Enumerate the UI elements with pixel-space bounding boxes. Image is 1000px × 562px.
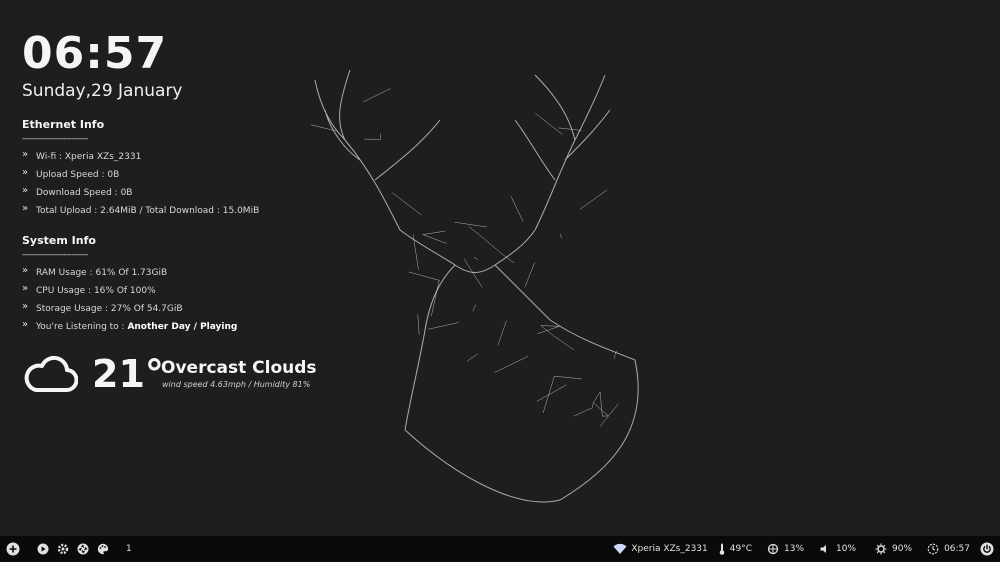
mesh-line xyxy=(592,402,594,408)
wifi-status[interactable]: Xperia XZs_2331 xyxy=(613,542,708,556)
clock-icon xyxy=(926,542,940,556)
mesh-line xyxy=(524,262,535,288)
mesh-line xyxy=(579,189,608,210)
mesh-line xyxy=(554,375,582,380)
volume-value: 10% xyxy=(836,544,857,554)
mesh-line xyxy=(535,113,563,135)
clock-status[interactable]: 06:57 xyxy=(926,542,970,556)
volume-status[interactable]: 10% xyxy=(818,542,856,556)
mesh-line xyxy=(553,335,574,351)
volume-icon xyxy=(818,542,832,556)
mesh-line xyxy=(454,221,487,228)
mesh-line xyxy=(558,127,582,131)
mesh-line xyxy=(466,353,478,362)
system-item-label: CPU Usage : 16% Of 100% xyxy=(36,286,156,296)
gear-icon[interactable] xyxy=(56,542,70,556)
ethernet-item-label: Wi-fi : Xperia XZs_2331 xyxy=(36,152,142,162)
ethernet-item-label: Upload Speed : 0B xyxy=(36,170,120,180)
cpu-status[interactable]: 13% xyxy=(766,542,804,556)
chevron-right-icon: » xyxy=(22,167,29,178)
mesh-line xyxy=(494,356,529,373)
mesh-line xyxy=(428,322,459,330)
mesh-line xyxy=(593,391,601,403)
weather-temperature: 21° xyxy=(92,352,164,396)
chevron-right-icon: » xyxy=(22,283,29,294)
mesh-line xyxy=(599,392,603,417)
mesh-line xyxy=(479,234,503,255)
aperture-icon[interactable] xyxy=(76,542,90,556)
chevron-right-icon: » xyxy=(22,203,29,214)
mesh-line xyxy=(537,326,560,334)
mesh-line xyxy=(542,376,555,414)
add-icon[interactable] xyxy=(6,542,20,556)
ethernet-item-label: Download Speed : 0B xyxy=(36,188,133,198)
system-item-label: Storage Usage : 27% Of 54.7GiB xyxy=(36,304,183,314)
brightness-icon xyxy=(874,542,888,556)
chevron-right-icon: » xyxy=(22,265,29,276)
mesh-line xyxy=(497,320,507,346)
ethernet-item-label: Total Upload : 2.64MiB / Total Download … xyxy=(36,206,260,216)
chevron-right-icon: » xyxy=(22,149,29,160)
now-playing-label: You're Listening to : xyxy=(36,322,128,332)
cpu-icon xyxy=(766,542,780,556)
mesh-line xyxy=(593,402,609,417)
taskbar: 1 Xperia XZs_2331 49°C 13% 10% 90% 06:57 xyxy=(0,536,1000,562)
mesh-line xyxy=(408,271,440,281)
mesh-line xyxy=(422,234,447,244)
chevron-right-icon: » xyxy=(22,301,29,312)
mesh-line xyxy=(599,403,619,427)
play-icon[interactable] xyxy=(36,542,50,556)
mesh-line xyxy=(573,407,593,417)
system-item-label: RAM Usage : 61% Of 1.73GiB xyxy=(36,268,168,278)
brightness-status[interactable]: 90% xyxy=(874,542,912,556)
deer-wireframe-image xyxy=(310,69,639,503)
clock-value: 06:57 xyxy=(944,544,970,554)
mesh-line xyxy=(540,325,560,327)
mesh-line xyxy=(431,280,440,317)
cloud-icon xyxy=(24,355,78,392)
workspace-indicator[interactable]: 1 xyxy=(126,544,132,554)
now-playing-track: Another Day / Playing xyxy=(127,322,238,332)
mesh-line xyxy=(560,234,562,239)
wifi-icon xyxy=(613,542,627,556)
mesh-line xyxy=(463,258,483,288)
temperature-status[interactable]: 49°C xyxy=(718,542,752,556)
mesh-line xyxy=(468,226,480,236)
cpu-value: 13% xyxy=(784,544,805,554)
power-icon[interactable] xyxy=(980,542,994,556)
mesh-line xyxy=(473,256,479,260)
weather-details: wind speed 4.63mph / Humidity 81% xyxy=(162,380,311,389)
wifi-name: Xperia XZs_2331 xyxy=(631,544,708,554)
mesh-line xyxy=(536,384,567,402)
mesh-line xyxy=(392,192,422,216)
mesh-line xyxy=(510,196,524,222)
mesh-line xyxy=(472,304,477,312)
taskbar-left: 1 xyxy=(6,542,132,556)
mesh-line xyxy=(422,230,445,235)
brightness-value: 90% xyxy=(892,544,913,554)
thermometer-icon xyxy=(718,542,726,556)
taskbar-right: Xperia XZs_2331 49°C 13% 10% 90% 06:57 xyxy=(599,542,994,556)
temperature-value: 49°C xyxy=(729,544,753,554)
mesh-line xyxy=(540,325,554,337)
chevron-right-icon: » xyxy=(22,319,29,330)
chevron-right-icon: » xyxy=(22,185,29,196)
palette-icon[interactable] xyxy=(96,542,110,556)
mesh-line xyxy=(363,88,391,103)
mesh-line xyxy=(417,314,420,335)
